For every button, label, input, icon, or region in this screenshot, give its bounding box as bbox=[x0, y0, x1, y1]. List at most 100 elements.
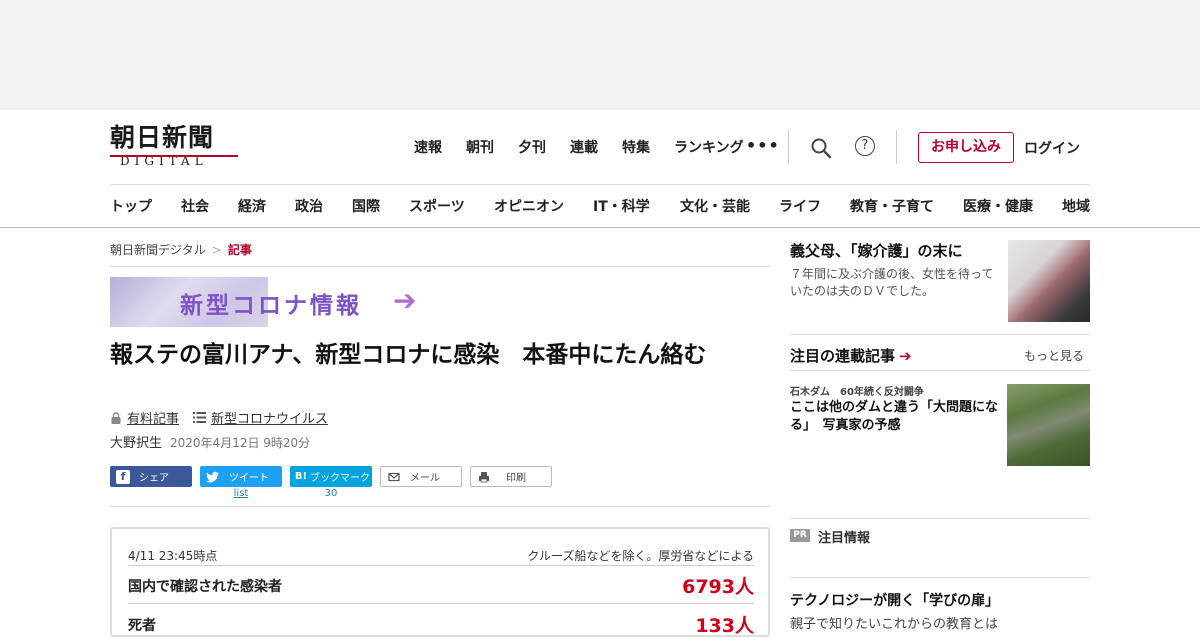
mail-icon bbox=[388, 472, 400, 481]
cat-top[interactable]: トップ bbox=[110, 196, 181, 216]
cat-kyouiku[interactable]: 教育・子育て bbox=[850, 196, 963, 216]
series-tag: 石木ダム 60年続く反対闘争 bbox=[790, 387, 924, 398]
arrow-right-icon: ➔ bbox=[899, 347, 912, 365]
nav-yuukan[interactable]: 夕刊 bbox=[518, 137, 546, 157]
sidebar-article-thumbnail[interactable] bbox=[1008, 240, 1090, 322]
breadcrumb-home[interactable]: 朝日新聞デジタル bbox=[110, 243, 206, 257]
stats-row-deaths: 死者 133人 bbox=[128, 611, 754, 638]
sidebar-article-title[interactable]: 義父母、「嫁介護」の末に bbox=[790, 240, 1000, 261]
breadcrumb-separator: > bbox=[211, 243, 222, 257]
header-divider bbox=[110, 184, 1090, 185]
covid-stats-box: 4/11 23:45時点 クルーズ船などを除く。厚労省などによる 国内で確認され… bbox=[110, 527, 770, 637]
logo-main: 朝日新聞 bbox=[110, 123, 215, 152]
search-icon[interactable] bbox=[810, 137, 832, 159]
subscribe-button[interactable]: お申し込み bbox=[918, 132, 1014, 163]
sidebar-divider bbox=[790, 370, 1090, 371]
cat-keizai[interactable]: 経済 bbox=[238, 196, 295, 216]
nav-ranking[interactable]: ランキング bbox=[674, 137, 744, 157]
stats-note: クルーズ船などを除く。厚労省などによる bbox=[527, 549, 754, 563]
pr-article-desc: 親子で知りたいこれからの教育とは bbox=[790, 617, 999, 632]
cat-bunka[interactable]: 文化・芸能 bbox=[680, 196, 779, 216]
nav-rensai[interactable]: 連載 bbox=[570, 137, 598, 157]
stats-divider bbox=[128, 603, 754, 604]
nav-choukan[interactable]: 朝刊 bbox=[466, 137, 494, 157]
pr-article-title[interactable]: テクノロジーが開く「学びの扉」 bbox=[790, 590, 999, 610]
more-menu-icon[interactable]: ••• bbox=[746, 136, 780, 155]
series-article-title[interactable]: ここは他のダムと違う「大問題になる」 写真家の予感 bbox=[790, 399, 1002, 435]
cat-sports[interactable]: スポーツ bbox=[409, 196, 494, 216]
print-button[interactable]: 印刷 bbox=[470, 466, 552, 487]
printer-icon bbox=[479, 471, 489, 482]
hatena-bookmark-count[interactable]: 30 bbox=[290, 488, 372, 499]
site-header: 朝日新聞 DIGITAL 速報 朝刊 夕刊 連載 特集 ランキング ••• ? … bbox=[0, 110, 1200, 228]
series-section-title[interactable]: 注目の連載記事 ➔ bbox=[790, 345, 912, 366]
hatena-bookmark-icon: B! bbox=[294, 471, 308, 482]
nav-sokuho[interactable]: 速報 bbox=[414, 137, 442, 157]
top-ad-area bbox=[0, 0, 1200, 110]
cat-it[interactable]: IT・科学 bbox=[593, 196, 680, 216]
stats-value: 133人 bbox=[695, 615, 754, 637]
author-name: 大野択生 bbox=[110, 436, 163, 451]
facebook-icon: f bbox=[116, 469, 130, 484]
twitter-tweet-label: ツイート bbox=[229, 473, 269, 484]
cat-opinion[interactable]: オピニオン bbox=[494, 196, 593, 216]
breadcrumb-current: 記事 bbox=[227, 243, 252, 257]
sidebar-article-desc: ７年間に及ぶ介護の後、女性を待っていたのは夫のＤＶでした。 bbox=[790, 267, 994, 298]
article-headline: 報ステの富川アナ、新型コロナに感染 本番中にたん絡む bbox=[110, 342, 707, 368]
nav-tokushu[interactable]: 特集 bbox=[622, 137, 650, 157]
sidebar-divider bbox=[790, 334, 1090, 335]
arrow-right-icon: ➔ bbox=[393, 284, 417, 317]
pr-badge: PR bbox=[790, 529, 810, 542]
header-divider bbox=[788, 130, 789, 164]
stats-header: 4/11 23:45時点 クルーズ船などを除く。厚労省などによる bbox=[128, 547, 754, 564]
sidebar-divider bbox=[790, 577, 1090, 578]
site-logo[interactable]: 朝日新聞 DIGITAL bbox=[110, 124, 245, 172]
facebook-share-label: シェア bbox=[139, 473, 169, 484]
cat-kokusai[interactable]: 国際 bbox=[352, 196, 409, 216]
hatena-bookmark-button[interactable]: B! ブックマーク 30 bbox=[290, 466, 372, 499]
stats-label: 死者 bbox=[128, 617, 156, 634]
mail-share-label: メール bbox=[410, 473, 440, 484]
sidebar-top-article[interactable]: 義父母、「嫁介護」の末に ７年間に及ぶ介護の後、女性を待っていたのは夫のＤＶでし… bbox=[790, 240, 1090, 330]
stats-value: 6793人 bbox=[682, 576, 754, 598]
series-title-text: 注目の連載記事 bbox=[790, 347, 896, 365]
category-nav: トップ 社会 経済 政治 国際 スポーツ オピニオン IT・科学 文化・芸能 ラ… bbox=[110, 196, 1200, 216]
breadcrumb: 朝日新聞デジタル > 記事 bbox=[110, 241, 252, 258]
sidebar-divider bbox=[790, 518, 1090, 519]
logo-underline bbox=[110, 155, 238, 157]
paid-article-link[interactable]: 有料記事 bbox=[127, 408, 179, 427]
login-link[interactable]: ログイン bbox=[1024, 138, 1080, 158]
stats-divider bbox=[128, 565, 754, 566]
lock-icon bbox=[111, 411, 121, 424]
corona-info-banner[interactable]: 新型コロナ情報 ➔ bbox=[110, 277, 430, 327]
twitter-bird-icon bbox=[206, 471, 219, 482]
share-buttons: f シェア ツイート list B! ブックマーク 30 メール 印刷 bbox=[110, 466, 560, 499]
cat-seiji[interactable]: 政治 bbox=[295, 196, 352, 216]
topic-link[interactable]: 新型コロナウイルス bbox=[211, 408, 328, 427]
stats-row-infected: 国内で確認された感染者 6793人 bbox=[128, 572, 754, 599]
print-label: 印刷 bbox=[506, 473, 526, 484]
list-icon bbox=[193, 412, 207, 423]
header-divider bbox=[896, 130, 897, 164]
cat-iryou[interactable]: 医療・健康 bbox=[963, 196, 1062, 216]
article-meta: 有料記事 新型コロナウイルス bbox=[110, 408, 328, 427]
cat-shakai[interactable]: 社会 bbox=[181, 196, 238, 216]
hatena-bookmark-label: ブックマーク bbox=[310, 473, 370, 484]
twitter-tweet-button[interactable]: ツイート list bbox=[200, 466, 282, 499]
stats-label: 国内で確認された感染者 bbox=[128, 578, 282, 595]
help-icon[interactable]: ? bbox=[855, 136, 875, 156]
more-link[interactable]: もっと見る bbox=[1024, 347, 1084, 364]
publish-date: 2020年4月12日 9時20分 bbox=[170, 436, 311, 450]
top-nav: 速報 朝刊 夕刊 連載 特集 ランキング bbox=[414, 137, 768, 157]
facebook-share-button[interactable]: f シェア bbox=[110, 466, 192, 487]
stats-timestamp: 4/11 23:45時点 bbox=[128, 549, 218, 563]
twitter-list-link[interactable]: list bbox=[200, 488, 282, 499]
article-byline: 大野択生 2020年4月12日 9時20分 bbox=[110, 432, 310, 451]
cat-life[interactable]: ライフ bbox=[779, 196, 850, 216]
pr-section-title: 注目情報 bbox=[818, 531, 871, 546]
banner-text: 新型コロナ情報 bbox=[180, 293, 362, 319]
series-article-thumbnail[interactable] bbox=[1007, 384, 1090, 466]
cat-chiiki[interactable]: 地域 bbox=[1062, 196, 1090, 216]
share-divider bbox=[110, 506, 770, 507]
mail-share-button[interactable]: メール bbox=[380, 466, 462, 487]
